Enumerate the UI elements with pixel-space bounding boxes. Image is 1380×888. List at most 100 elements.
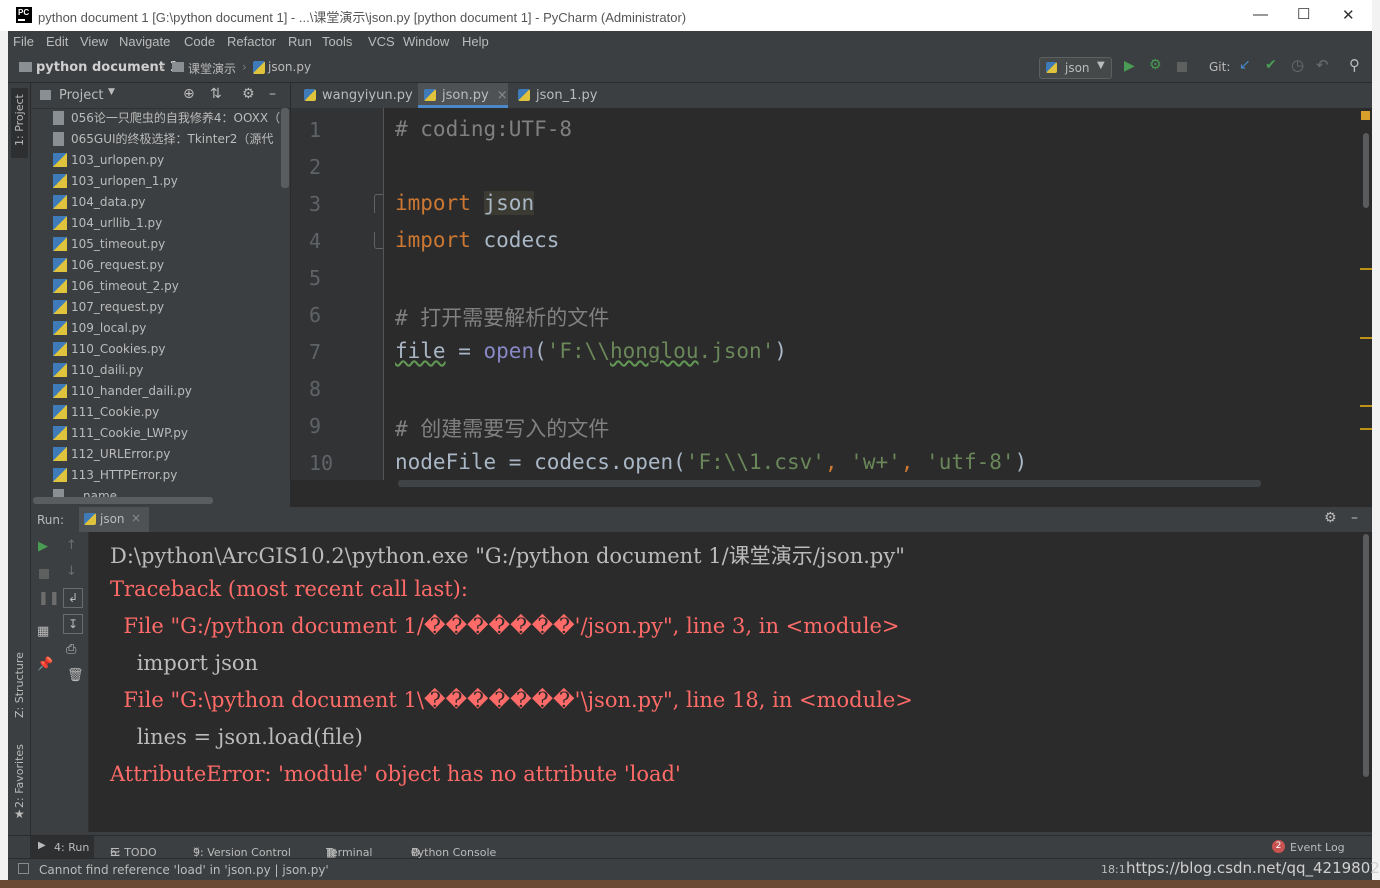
warning-stripe[interactable] (1360, 268, 1372, 270)
tree-item[interactable]: 109_local.py (53, 318, 146, 339)
tree-item[interactable]: 111_Cookie_LWP.py (53, 423, 188, 444)
tree-item[interactable]: 106_request.py (53, 255, 164, 276)
run-config-select[interactable]: json ▼ (1039, 57, 1112, 79)
menu-vcs[interactable]: VCS (368, 34, 395, 49)
run-tool-button[interactable]: ▶ 4: Run (30, 836, 94, 858)
structure-tool-button[interactable]: Z: Structure (11, 643, 28, 723)
close-tab-icon[interactable]: × (497, 88, 508, 103)
menu-navigate[interactable]: Navigate (119, 34, 170, 49)
close-tab-icon[interactable]: × (131, 511, 141, 525)
breadcrumb-folder[interactable]: 课堂演示 (188, 60, 236, 77)
pause-button[interactable]: ❚❚ (38, 591, 60, 606)
code-editor[interactable]: # coding:UTF-8 import json import codecs… (383, 108, 1360, 480)
hide-icon[interactable]: – (1351, 510, 1358, 526)
tree-item[interactable]: 111_Cookie.py (53, 402, 159, 423)
tree-item[interactable]: 104_data.py (53, 192, 145, 213)
tree-item[interactable]: 103_urlopen.py (53, 150, 164, 171)
down-arrow-icon[interactable]: ↓ (66, 564, 77, 579)
scroll-thumb[interactable] (1363, 133, 1369, 208)
tree-item[interactable]: 110_daili.py (53, 360, 143, 381)
tree-item[interactable]: 056论一只爬虫的自我修养4：OOXX（ (53, 108, 280, 129)
chevron-down-icon[interactable]: ▼ (108, 87, 115, 97)
warning-stripe[interactable] (1360, 405, 1372, 407)
folder-icon (172, 62, 184, 72)
breadcrumb-project[interactable]: python document 1 (36, 60, 179, 75)
tool-window-bar: ▶ 4: Run ☰ 6: TODO ᛉ 9: Version Control … (8, 835, 1372, 859)
tab-json[interactable]: json.py × (418, 83, 508, 108)
tab-json-1[interactable]: json_1.py × (512, 83, 607, 128)
menu-window[interactable]: Window (403, 34, 449, 49)
tab-wangyiyun[interactable]: wangyiyun.py × (298, 83, 413, 128)
vcs-label: Git: (1209, 60, 1231, 74)
collapse-all-icon[interactable]: ⇅ (210, 86, 222, 102)
warning-indicator-icon[interactable] (1361, 111, 1370, 120)
up-arrow-icon[interactable]: ↑ (66, 538, 77, 553)
search-icon[interactable]: ⚲ (1349, 56, 1360, 74)
desktop-background-bottom (0, 880, 1380, 888)
debug-button[interactable]: ⚙ (1149, 57, 1162, 73)
stop-button[interactable] (39, 569, 49, 579)
hide-icon[interactable]: – (269, 86, 276, 102)
maximize-button[interactable]: ☐ (1297, 5, 1310, 23)
editor-hscrollbar[interactable] (398, 480, 1261, 487)
minimize-button[interactable]: — (1253, 6, 1268, 23)
code-line-3: import json (395, 191, 535, 215)
menu-refactor[interactable]: Refactor (227, 34, 276, 49)
python-file-icon (53, 300, 67, 314)
vcs-update-button[interactable]: ↙ (1239, 57, 1251, 73)
project-panel-title[interactable]: Project (59, 88, 103, 103)
menu-file[interactable]: File (13, 34, 34, 49)
warning-stripe[interactable] (1360, 428, 1372, 430)
breadcrumb-file[interactable]: json.py (268, 60, 311, 74)
warning-stripe[interactable] (1360, 337, 1372, 339)
menu-run[interactable]: Run (288, 34, 312, 49)
print-icon[interactable]: ⎙ (66, 642, 76, 657)
gear-icon[interactable]: ⚙ (242, 86, 255, 102)
tree-item[interactable]: 103_urlopen_1.py (53, 171, 178, 192)
tree-item[interactable]: 065GUI的终极选择：Tkinter2（源代 (53, 129, 273, 150)
tree-item[interactable]: 104_urllib_1.py (53, 213, 162, 234)
tree-item[interactable]: 110_hander_daili.py (53, 381, 192, 402)
caret-position[interactable]: 18:1 (1101, 863, 1126, 876)
menu-code[interactable]: Code (184, 34, 215, 49)
editor-scrollbar[interactable] (1360, 108, 1372, 480)
code-line-4: import codecs (395, 228, 560, 252)
run-tab-json[interactable]: json × (79, 507, 149, 532)
vcs-commit-button[interactable]: ✔ (1265, 57, 1277, 73)
history-icon[interactable]: ◷ (1291, 56, 1304, 74)
menu-tools[interactable]: Tools (322, 34, 352, 49)
trash-icon[interactable]: 🗑 (67, 668, 84, 683)
status-toggle-icon[interactable] (18, 863, 29, 874)
run-button[interactable]: ▶ (1124, 58, 1135, 74)
gear-icon[interactable]: ⚙ (1324, 510, 1337, 526)
tree-item[interactable]: 107_request.py (53, 297, 164, 318)
tree-item[interactable]: 112_URLError.py (53, 444, 170, 465)
revert-icon[interactable]: ↶ (1316, 56, 1329, 74)
locate-icon[interactable]: ⊕ (183, 86, 195, 102)
window-title: python document 1 [G:\python document 1]… (38, 10, 687, 25)
python-file-icon (53, 216, 67, 230)
rerun-button[interactable]: ▶ (38, 539, 48, 554)
tree-item[interactable]: 110_Cookies.py (53, 339, 165, 360)
tree-item[interactable]: 113_HTTPError.py (53, 465, 177, 486)
soft-wrap-icon[interactable]: ↲ (63, 588, 83, 608)
tree-item[interactable]: 105_timeout.py (53, 234, 165, 255)
scroll-to-end-icon[interactable]: ↧ (63, 614, 83, 634)
stop-button[interactable] (1177, 62, 1187, 72)
project-tree-vscrollbar[interactable] (281, 108, 289, 188)
tree-item[interactable]: 106_timeout_2.py (53, 276, 179, 297)
event-log-button[interactable]: Event Log (1290, 841, 1345, 854)
menu-help[interactable]: Help (462, 34, 489, 49)
console-line: Traceback (most recent call last): (110, 577, 468, 601)
layout-icon[interactable]: ▦ (37, 624, 49, 639)
menu-edit[interactable]: Edit (46, 34, 68, 49)
close-button[interactable]: ✕ (1342, 6, 1355, 24)
scroll-thumb[interactable] (1363, 534, 1369, 777)
menu-view[interactable]: View (80, 34, 108, 49)
project-tool-button[interactable]: 1: Project (11, 88, 28, 158)
run-console[interactable]: D:\python\ArcGIS10.2\python.exe "G:/pyth… (89, 532, 1361, 832)
project-tree-hscrollbar[interactable] (33, 497, 213, 504)
code-line-1: # coding:UTF-8 (395, 117, 573, 141)
pin-icon[interactable]: 📌 (37, 657, 53, 672)
console-scrollbar[interactable] (1361, 532, 1372, 832)
